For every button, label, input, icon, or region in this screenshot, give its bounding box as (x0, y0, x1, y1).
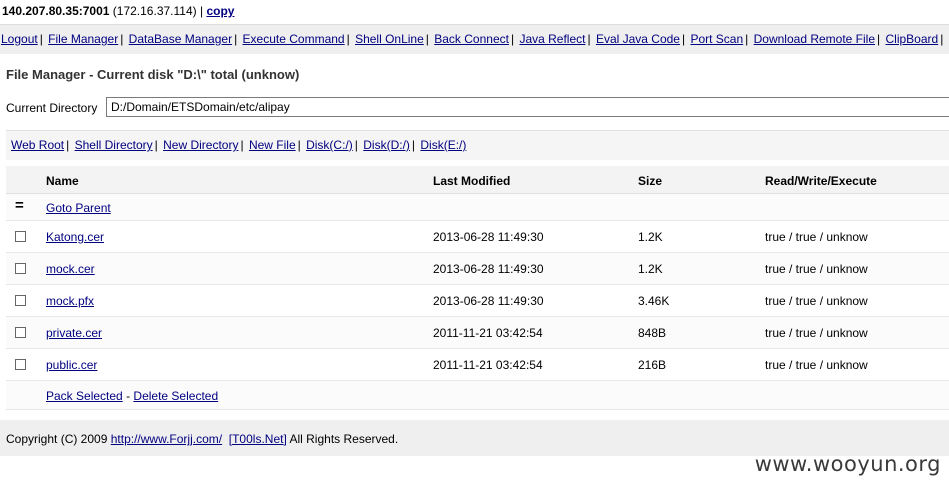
bulk-actions-separator: - (126, 389, 131, 403)
link-disk-c[interactable]: Disk(C:/) (306, 138, 353, 152)
file-name-link[interactable]: mock.cer (46, 262, 95, 276)
watermark: www.wooyun.org (754, 452, 941, 476)
top-bar-separator: | (199, 4, 204, 18)
top-bar: 140.207.80.35:7001 (172.16.37.114) | cop… (0, 0, 949, 22)
file-name-link[interactable]: public.cer (46, 358, 97, 372)
table-row: public.cer 2011-11-21 03:42:54 216B true… (6, 349, 949, 381)
row-checkbox[interactable] (15, 327, 26, 338)
nav-logout[interactable]: Logout (1, 32, 38, 46)
link-web-root[interactable]: Web Root (11, 138, 64, 152)
nav-file-manager[interactable]: File Manager (48, 32, 118, 46)
bulk-actions-row: Pack Selected - Delete Selected (6, 381, 949, 410)
nav-execute-command[interactable]: Execute Command (243, 32, 345, 46)
copy-link[interactable]: copy (206, 4, 234, 18)
file-table: Name Last Modified Size Read/Write/Execu… (6, 166, 949, 410)
table-header: Name Last Modified Size Read/Write/Execu… (6, 166, 949, 194)
copyright-footer: Copyright (C) 2009 http://www.Forjj.com/… (0, 420, 949, 456)
file-permissions: true / true / unknow (765, 326, 868, 340)
table-row: mock.cer 2013-06-28 11:49:30 1.2K true /… (6, 253, 949, 285)
t00ls-link[interactable]: [T00ls.Net] (229, 432, 287, 446)
link-new-file[interactable]: New File (249, 138, 296, 152)
file-size: 848B (638, 326, 667, 340)
header-last-modified: Last Modified (433, 174, 511, 188)
file-size: 1.2K (638, 262, 663, 276)
server-address: 140.207.80.35:7001 (2, 4, 110, 18)
table-row: mock.pfx 2013-06-28 11:49:30 3.46K true … (6, 285, 949, 317)
nav-shell-online[interactable]: Shell OnLine (355, 32, 424, 46)
nav-download-remote-file[interactable]: Download Remote File (754, 32, 875, 46)
forjj-link[interactable]: http://www.Forjj.com/ (111, 432, 222, 446)
goto-parent-link[interactable]: Goto Parent (46, 201, 111, 215)
nav-back-connect[interactable]: Back Connect (434, 32, 509, 46)
nav-bar: Logout | File Manager | DataBase Manager | … (0, 24, 949, 54)
header-permissions: Read/Write/Execute (765, 174, 877, 188)
row-checkbox[interactable] (15, 295, 26, 306)
current-directory-label: Current Directory (6, 101, 98, 115)
file-modified: 2013-06-28 11:49:30 (433, 262, 544, 276)
delete-selected-link[interactable]: Delete Selected (133, 389, 218, 403)
header-name: Name (46, 174, 79, 188)
file-modified: 2013-06-28 11:49:30 (433, 230, 544, 244)
file-size: 3.46K (638, 294, 670, 308)
nav-clipboard[interactable]: ClipBoard (885, 32, 938, 46)
file-permissions: true / true / unknow (765, 262, 868, 276)
file-modified: 2011-11-21 03:42:54 (433, 326, 543, 340)
parent-directory-icon: = (15, 197, 24, 214)
link-shell-directory[interactable]: Shell Directory (75, 138, 153, 152)
table-row: private.cer 2011-11-21 03:42:54 848B tru… (6, 317, 949, 349)
row-checkbox[interactable] (15, 263, 26, 274)
file-name-link[interactable]: mock.pfx (46, 294, 94, 308)
table-row: Katong.cer 2013-06-28 11:49:30 1.2K true… (6, 221, 949, 253)
nav-database-manager[interactable]: DataBase Manager (129, 32, 232, 46)
page-title: File Manager - Current disk "D:\" total … (6, 67, 300, 82)
bulk-actions: Pack Selected - Delete Selected (46, 389, 218, 403)
file-size: 1.2K (638, 230, 663, 244)
file-permissions: true / true / unknow (765, 358, 868, 372)
file-permissions: true / true / unknow (765, 230, 868, 244)
row-checkbox[interactable] (15, 231, 26, 242)
header-size: Size (638, 174, 663, 188)
goto-parent-row: = Goto Parent (6, 194, 949, 221)
current-directory-row: Current Directory (6, 97, 949, 119)
link-disk-e[interactable]: Disk(E:/) (420, 138, 466, 152)
file-modified: 2013-06-28 11:49:30 (433, 294, 544, 308)
current-directory-input[interactable] (106, 97, 949, 117)
file-name-link[interactable]: Katong.cer (46, 230, 104, 244)
pack-selected-link[interactable]: Pack Selected (46, 389, 123, 403)
copyright-prefix: Copyright (C) 2009 (6, 432, 108, 446)
nav-port-scan[interactable]: Port Scan (690, 32, 743, 46)
nav-eval-java-code[interactable]: Eval Java Code (596, 32, 680, 46)
local-address: (172.16.37.114) (112, 4, 197, 18)
link-new-directory[interactable]: New Directory (163, 138, 238, 152)
file-size: 216B (638, 358, 667, 372)
link-disk-d[interactable]: Disk(D:/) (363, 138, 410, 152)
quick-links-bar: Web Root | Shell Directory | New Directory… (6, 130, 949, 160)
rights-text: All Rights Reserved. (289, 432, 399, 446)
file-name-link[interactable]: private.cer (46, 326, 102, 340)
file-modified: 2011-11-21 03:42:54 (433, 358, 543, 372)
file-permissions: true / true / unknow (765, 294, 868, 308)
nav-java-reflect[interactable]: Java Reflect (519, 32, 585, 46)
row-checkbox[interactable] (15, 359, 26, 370)
